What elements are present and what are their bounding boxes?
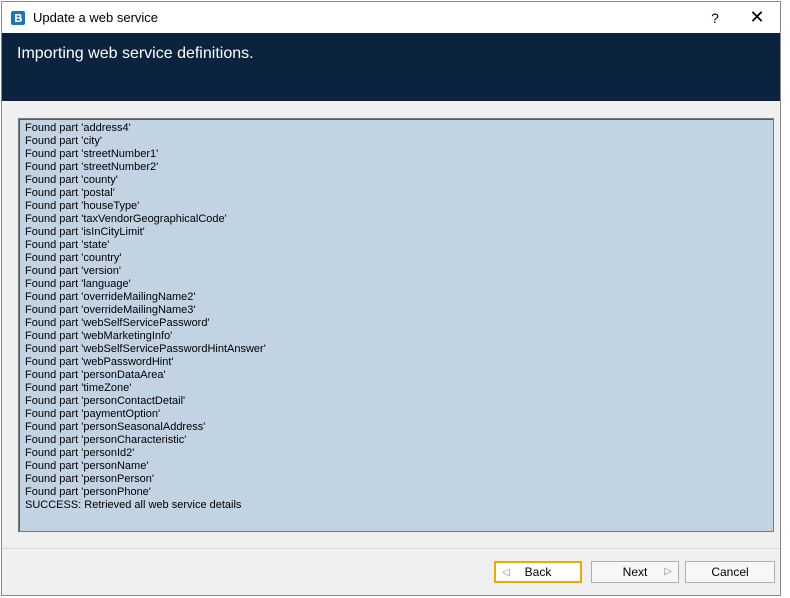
log-line: Found part 'personDataArea' [25,369,166,381]
back-button-label: Back [524,565,552,579]
log-line: Found part 'personName' [25,460,149,472]
cancel-button[interactable]: Cancel [685,561,775,583]
log-line: Found part 'city' [25,135,102,147]
log-line: Found part 'version' [25,265,121,277]
log-line: Found part 'streetNumber1' [25,148,159,160]
update-web-service-dialog: Update a web service ? ✕ Importing web s… [1,1,781,596]
log-line: Found part 'webPasswordHint' [25,356,174,368]
window-title: Update a web service [33,10,159,25]
log-line: Found part 'taxVendorGeographicalCode' [25,213,227,225]
log-line: SUCCESS: Retrieved all web service detai… [25,499,242,511]
log-line: Found part 'overrideMailingName3' [25,304,196,316]
background-window-edge-right [781,0,790,598]
log-line: Found part 'personPerson' [25,473,154,485]
log-line: Found part 'webMarketingInfo' [25,330,173,342]
log-line: Found part 'paymentOption' [25,408,161,420]
help-icon: ? [711,9,719,26]
back-button[interactable]: ◁ Back [494,561,582,583]
log-line: Found part 'webSelfServicePassword' [25,317,210,329]
log-line: Found part 'address4' [25,122,131,134]
next-button-label: Next [622,565,648,579]
log-line: Found part 'personCharacteristic' [25,434,187,446]
log-line: Found part 'streetNumber2' [25,161,159,173]
import-log-textbox[interactable]: Found part 'address4' Found part 'city' Fo… [18,118,774,532]
log-line: Found part 'country' [25,252,122,264]
log-line: Found part 'personContactDetail' [25,395,186,407]
log-line: Found part 'personPhone' [25,486,151,498]
log-line: Found part 'state' [25,239,110,251]
close-icon: ✕ [749,7,765,27]
cancel-button-label: Cancel [711,565,749,579]
log-line: Found part 'webSelfServicePasswordHintAn… [25,343,266,355]
next-button[interactable]: Next ▷ [591,561,679,583]
app-logo-icon [11,11,25,25]
log-line: Found part 'language' [25,278,131,290]
log-line: Found part 'personSeasonalAddress' [25,421,206,433]
log-line: Found part 'county' [25,174,118,186]
log-lines: Found part 'address4' Found part 'city' Fo… [25,122,266,512]
help-button[interactable]: ? [692,2,738,33]
footer-separator [2,548,780,549]
chevron-right-icon: ▷ [664,566,672,577]
title-bar: Update a web service ? ✕ [2,2,780,33]
chevron-left-icon: ◁ [502,567,510,578]
log-line: Found part 'houseType' [25,200,140,212]
log-line: Found part 'postal' [25,187,115,199]
header-banner: Importing web service definitions. [2,33,780,101]
log-line: Found part 'isInCityLimit' [25,226,145,238]
close-button[interactable]: ✕ [734,2,780,33]
log-line: Found part 'overrideMailingName2' [25,291,196,303]
log-line: Found part 'timeZone' [25,382,132,394]
banner-heading: Importing web service definitions. [17,45,254,62]
log-line: Found part 'personId2' [25,447,135,459]
